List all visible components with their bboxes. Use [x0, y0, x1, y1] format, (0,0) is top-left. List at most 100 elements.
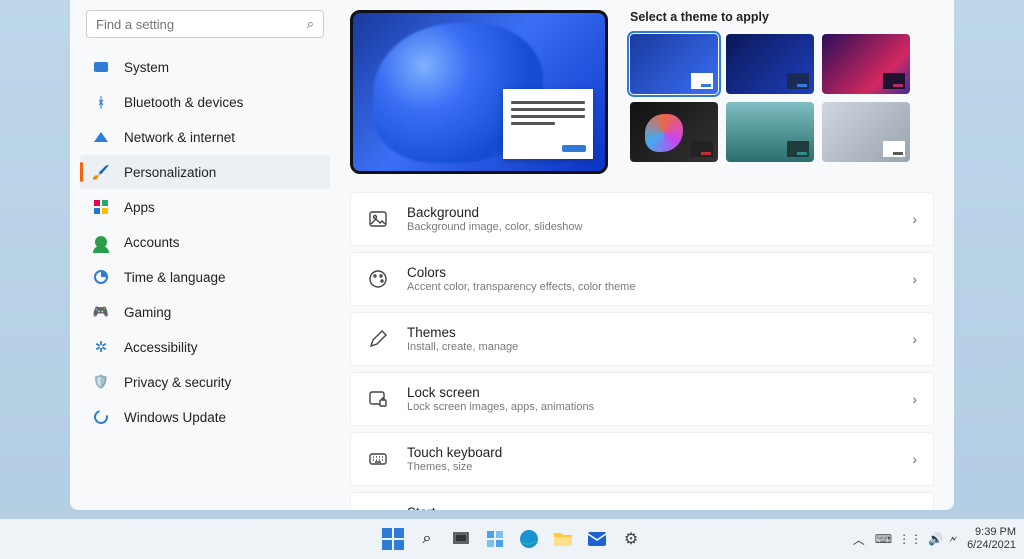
option-title: Touch keyboard: [407, 445, 912, 460]
sidebar-item-label: System: [124, 60, 169, 75]
keyboard-tray-icon[interactable]: ⌨: [875, 532, 892, 547]
theme-grid: [630, 34, 934, 162]
sidebar-item-personalization[interactable]: 🖌️ Personalization: [80, 155, 330, 189]
mail-button[interactable]: [584, 526, 610, 552]
option-background[interactable]: BackgroundBackground image, color, slide…: [350, 192, 934, 246]
clock-time: 9:39 PM: [967, 526, 1016, 539]
chevron-right-icon: ›: [912, 211, 917, 227]
tray-chevron-icon[interactable]: ︿: [853, 531, 865, 548]
volume-tray-icon[interactable]: 🔊: [928, 532, 943, 547]
option-themes[interactable]: ThemesInstall, create, manage ›: [350, 312, 934, 366]
option-sub: Accent color, transparency effects, colo…: [407, 281, 912, 293]
option-title: Background: [407, 205, 912, 220]
image-icon: [367, 208, 389, 230]
theme-thumb-5[interactable]: [726, 102, 814, 162]
option-list: BackgroundBackground image, color, slide…: [350, 192, 934, 510]
sidebar-item-label: Apps: [124, 200, 155, 215]
taskbar-right: ︿ ⌨ ⋮⋮ 🔊 🗲 9:39 PM 6/24/2021: [853, 526, 1016, 551]
system-icon: [92, 58, 110, 76]
wifi-tray-icon[interactable]: ⋮⋮: [898, 532, 922, 547]
sidebar-item-accounts[interactable]: Accounts: [80, 225, 330, 259]
option-start[interactable]: StartRecent apps and items, folders ›: [350, 492, 934, 510]
lock-screen-icon: [367, 388, 389, 410]
apps-icon: [92, 198, 110, 216]
sidebar-item-accessibility[interactable]: ✲ Accessibility: [80, 330, 330, 364]
sidebar-item-label: Privacy & security: [124, 375, 231, 390]
taskbar-center: ⌕ ⚙: [380, 526, 644, 552]
search-icon: ⌕: [307, 16, 314, 32]
gamepad-icon: 🎮: [92, 303, 110, 321]
sidebar-item-label: Accounts: [124, 235, 180, 250]
taskbar-clock[interactable]: 9:39 PM 6/24/2021: [967, 526, 1016, 551]
sidebar-item-label: Bluetooth & devices: [124, 95, 243, 110]
chevron-right-icon: ›: [912, 271, 917, 287]
clock-date: 6/24/2021: [967, 539, 1016, 552]
sidebar-item-network[interactable]: Network & internet: [80, 120, 330, 154]
sidebar-item-label: Windows Update: [124, 410, 226, 425]
brush-icon: 🖌️: [92, 163, 110, 181]
theme-thumb-3[interactable]: [822, 34, 910, 94]
sidebar-item-apps[interactable]: Apps: [80, 190, 330, 224]
sidebar-item-label: Gaming: [124, 305, 171, 320]
settings-sidebar: ⌕ System ᚼ Bluetooth & devices Network &…: [70, 0, 340, 510]
task-view-button[interactable]: [448, 526, 474, 552]
edge-button[interactable]: [516, 526, 542, 552]
sidebar-item-gaming[interactable]: 🎮 Gaming: [80, 295, 330, 329]
preview-sample-window: [503, 89, 593, 159]
person-icon: [92, 233, 110, 251]
sidebar-item-label: Accessibility: [124, 340, 198, 355]
settings-window: ⌕ System ᚼ Bluetooth & devices Network &…: [70, 0, 954, 510]
chevron-right-icon: ›: [912, 391, 917, 407]
theme-section: Select a theme to apply: [630, 10, 934, 174]
preview-row: Select a theme to apply: [350, 10, 934, 174]
sidebar-item-system[interactable]: System: [80, 50, 330, 84]
taskbar: ⌕ ⚙ ︿ ⌨ ⋮⋮ 🔊 🗲 9:39 PM 6/24/2021: [0, 519, 1024, 559]
start-button[interactable]: [380, 526, 406, 552]
keyboard-icon: [367, 448, 389, 470]
option-sub: Themes, size: [407, 461, 912, 473]
theme-thumb-4[interactable]: [630, 102, 718, 162]
taskbar-search-button[interactable]: ⌕: [414, 526, 440, 552]
bluetooth-icon: ᚼ: [92, 93, 110, 111]
option-sub: Lock screen images, apps, animations: [407, 401, 912, 413]
option-title: Start: [407, 505, 912, 510]
theme-heading: Select a theme to apply: [630, 10, 934, 24]
content-area: Select a theme to apply BackgroundBackgr…: [340, 0, 954, 510]
battery-tray-icon[interactable]: 🗲: [949, 532, 957, 547]
chevron-right-icon: ›: [912, 451, 917, 467]
option-title: Lock screen: [407, 385, 912, 400]
option-colors[interactable]: ColorsAccent color, transparency effects…: [350, 252, 934, 306]
sidebar-item-time[interactable]: Time & language: [80, 260, 330, 294]
palette-icon: [367, 268, 389, 290]
wifi-icon: [92, 128, 110, 146]
pen-icon: [367, 328, 389, 350]
option-keyboard[interactable]: Touch keyboardThemes, size ›: [350, 432, 934, 486]
chevron-right-icon: ›: [912, 331, 917, 347]
settings-taskbar-button[interactable]: ⚙: [618, 526, 644, 552]
sidebar-item-label: Personalization: [124, 165, 216, 180]
sidebar-item-update[interactable]: Windows Update: [80, 400, 330, 434]
update-icon: [92, 408, 110, 426]
accessibility-icon: ✲: [92, 338, 110, 356]
theme-thumb-6[interactable]: [822, 102, 910, 162]
option-title: Colors: [407, 265, 912, 280]
option-title: Themes: [407, 325, 912, 340]
option-sub: Install, create, manage: [407, 341, 912, 353]
search-box[interactable]: ⌕: [86, 10, 324, 38]
widgets-button[interactable]: [482, 526, 508, 552]
option-sub: Background image, color, slideshow: [407, 221, 912, 233]
theme-thumb-2[interactable]: [726, 34, 814, 94]
start-icon: [367, 508, 389, 510]
theme-thumb-1[interactable]: [630, 34, 718, 94]
shield-icon: 🛡️: [92, 373, 110, 391]
sidebar-item-label: Time & language: [124, 270, 226, 285]
explorer-button[interactable]: [550, 526, 576, 552]
system-tray[interactable]: ⌨ ⋮⋮ 🔊 🗲: [875, 532, 957, 547]
globe-icon: [92, 268, 110, 286]
desktop-preview: [350, 10, 608, 174]
sidebar-item-label: Network & internet: [124, 130, 235, 145]
option-lockscreen[interactable]: Lock screenLock screen images, apps, ani…: [350, 372, 934, 426]
search-input[interactable]: [96, 17, 307, 32]
sidebar-item-privacy[interactable]: 🛡️ Privacy & security: [80, 365, 330, 399]
sidebar-item-bluetooth[interactable]: ᚼ Bluetooth & devices: [80, 85, 330, 119]
